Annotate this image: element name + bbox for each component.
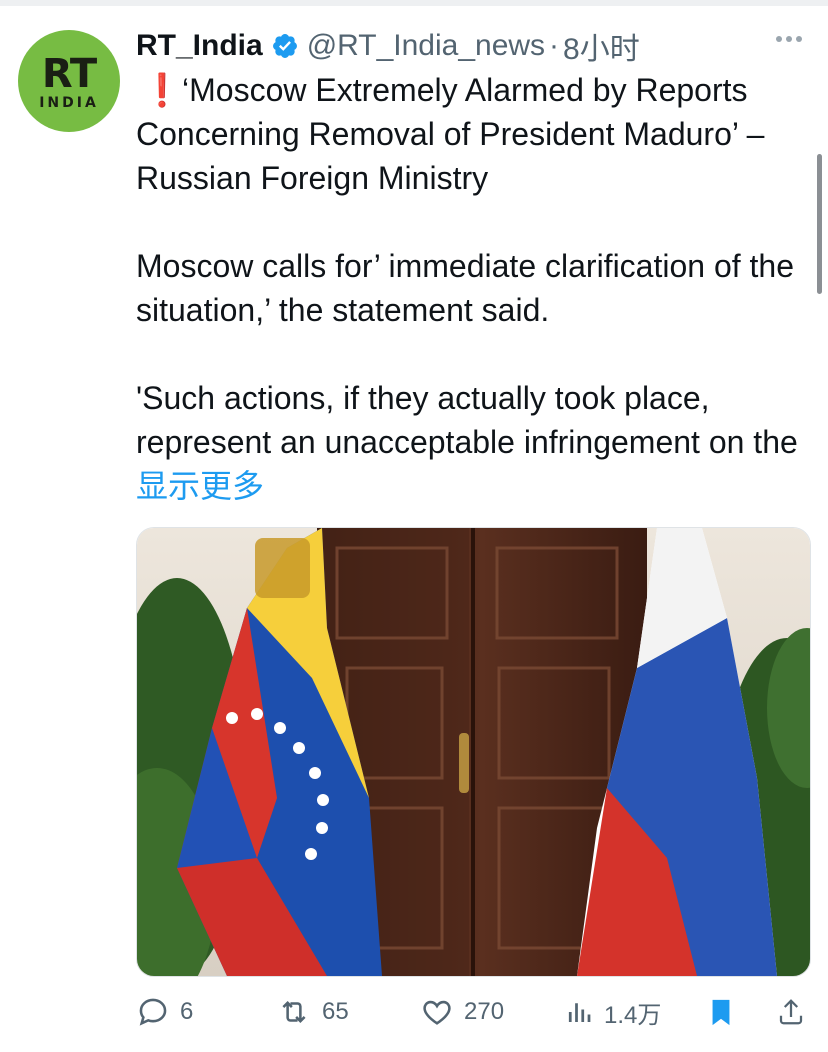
- bookmark-button[interactable]: [706, 990, 736, 1034]
- flags-photo: [137, 528, 810, 976]
- scrollbar[interactable]: [817, 154, 822, 294]
- tweet-headline: ‘Moscow Extremely Alarmed by Reports Con…: [136, 72, 765, 196]
- bookmark-icon: [712, 999, 730, 1026]
- tweet-image[interactable]: [136, 527, 811, 977]
- tweet-paragraph-1: ❗‘Moscow Extremely Alarmed by Reports Co…: [136, 68, 806, 200]
- avatar-logo-subtext: INDIA: [39, 95, 99, 111]
- share-button[interactable]: [776, 990, 806, 1034]
- more-options-icon[interactable]: [776, 36, 802, 42]
- reply-count: 6: [180, 998, 194, 1025]
- tweet-paragraph-3: 'Such actions, if they actually took pla…: [136, 376, 806, 508]
- show-more-link[interactable]: 显示更多: [136, 468, 264, 504]
- author-name[interactable]: RT_India: [136, 29, 263, 63]
- retweet-button[interactable]: 65: [276, 990, 349, 1034]
- views-button[interactable]: 1.4万: [564, 990, 661, 1034]
- view-count: 1.4万: [604, 1001, 662, 1029]
- tweet-text: ❗‘Moscow Extremely Alarmed by Reports Co…: [136, 68, 806, 508]
- reply-icon: [139, 998, 167, 1026]
- tweet-paragraph-3-text: 'Such actions, if they actually took pla…: [136, 380, 798, 460]
- views-icon: [568, 1003, 591, 1022]
- tweet-timestamp[interactable]: 8小时: [563, 24, 640, 68]
- retweet-icon: [282, 1000, 306, 1024]
- like-button[interactable]: 270: [420, 990, 504, 1034]
- like-count: 270: [464, 998, 505, 1025]
- top-divider: [0, 0, 828, 6]
- tweet-header: RT_India @RT_India_news · 8小时: [136, 24, 640, 68]
- reply-button[interactable]: 6: [136, 990, 193, 1034]
- avatar-logo-text: RT: [41, 51, 97, 97]
- author-handle[interactable]: @RT_India_news: [307, 29, 545, 63]
- exclamation-icon: ❗: [142, 72, 182, 108]
- avatar[interactable]: RT INDIA: [18, 30, 120, 132]
- share-icon: [779, 999, 803, 1025]
- verified-badge-icon: [272, 34, 297, 58]
- header-separator: ·: [549, 29, 560, 62]
- tweet-paragraph-2: Moscow calls for’ immediate clarificatio…: [136, 248, 795, 328]
- retweet-count: 65: [322, 998, 349, 1025]
- like-icon: [423, 1000, 451, 1025]
- tweet-actions: 6 65 270 1.4万: [136, 990, 816, 1034]
